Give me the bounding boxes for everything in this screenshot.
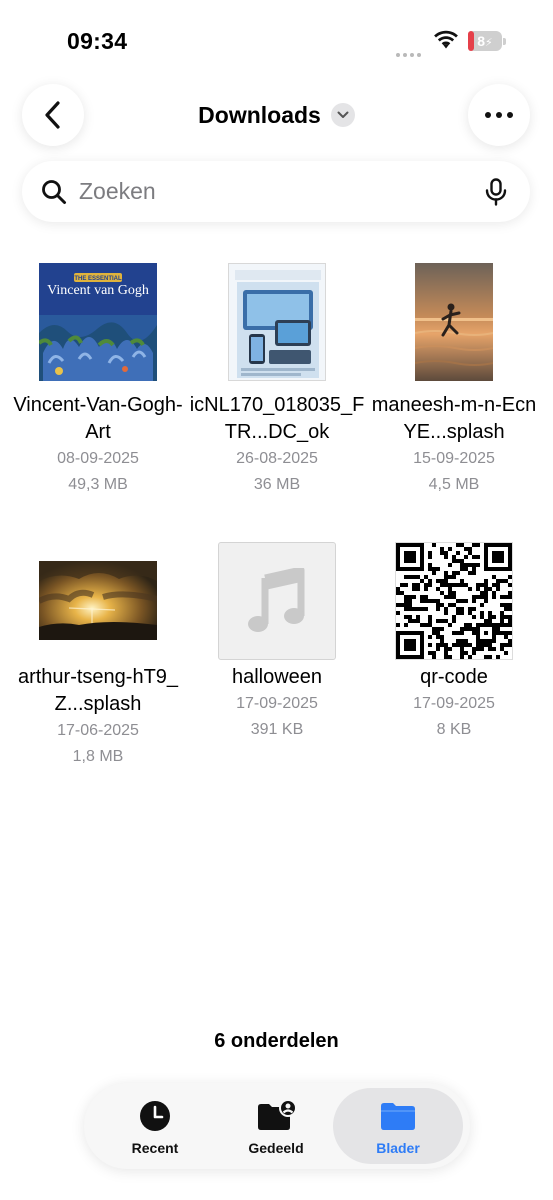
- file-size: 4,5 MB: [428, 476, 480, 493]
- file-item-halloween[interactable]: halloween 17-09-2025 391 KB: [185, 540, 369, 743]
- file-date: 17-09-2025: [236, 695, 318, 712]
- photo-thumbnail: [39, 561, 157, 640]
- file-date: 17-06-2025: [57, 722, 139, 739]
- tab-recent[interactable]: Recent: [90, 1088, 220, 1164]
- file-size: 391 KB: [250, 721, 304, 738]
- file-item-qr-code[interactable]: qr-code 17-09-2025 8 KB: [362, 540, 546, 743]
- tab-label: Gedeeld: [248, 1140, 304, 1156]
- file-size: 8 KB: [436, 721, 472, 738]
- photo-thumbnail: [415, 263, 493, 381]
- search-input[interactable]: [79, 161, 469, 222]
- file-name: qr-code: [420, 666, 488, 688]
- file-date: 15-09-2025: [413, 450, 495, 467]
- file-name: halloween: [231, 666, 323, 688]
- file-size: 49,3 MB: [68, 476, 128, 493]
- file-item-maneesh[interactable]: maneesh-m-n-EcnYE...splash 15-09-2025 4,…: [362, 260, 546, 498]
- tab-shared[interactable]: Gedeeld: [211, 1088, 341, 1164]
- tab-browse[interactable]: Blader: [333, 1088, 463, 1164]
- shared-folder-icon: [258, 1099, 296, 1130]
- clock-icon: [140, 1101, 170, 1131]
- file-item-vincent-van-gogh[interactable]: Vincent van Gogh THE ESSENTIAL Vincent-V…: [6, 260, 190, 498]
- file-size: 1,8 MB: [72, 748, 124, 765]
- file-date: 08-09-2025: [57, 450, 139, 467]
- status-bar: 09:34 8⚡: [0, 0, 553, 80]
- file-name: maneesh-m-n-EcnYE...splash: [371, 394, 537, 443]
- ellipsis-icon: [485, 112, 513, 118]
- file-name: arthur-tseng-hT9_Z...splash: [17, 666, 179, 715]
- battery-indicator: 8⚡: [468, 31, 506, 51]
- music-note-icon: [218, 542, 336, 660]
- file-name: Vincent-Van-Gogh-Art: [13, 394, 183, 443]
- tab-label: Blader: [376, 1140, 420, 1156]
- qr-code-thumbnail: [395, 542, 513, 660]
- search-bar[interactable]: [22, 161, 530, 222]
- file-size: 36 MB: [253, 476, 301, 493]
- file-date: 17-09-2025: [413, 695, 495, 712]
- file-date: 26-08-2025: [236, 450, 318, 467]
- document-thumbnail: [228, 263, 326, 381]
- file-item-icnl170[interactable]: icNL170_018035_FTR...DC_ok 26-08-2025 36…: [185, 260, 369, 498]
- page-title: Downloads: [198, 101, 321, 128]
- item-count-label: 6 onderdelen: [214, 1030, 339, 1052]
- search-icon: [42, 180, 66, 204]
- battery-level-text: 8⚡: [477, 33, 493, 49]
- more-options-button[interactable]: [468, 84, 530, 146]
- microphone-icon[interactable]: [484, 178, 508, 206]
- charging-bolt-icon: ⚡: [485, 37, 493, 49]
- folder-icon: [381, 1103, 415, 1130]
- tab-bar: Recent Gedeeld Blader: [84, 1083, 470, 1169]
- book-cover-thumbnail: Vincent van Gogh THE ESSENTIAL: [39, 263, 157, 381]
- chevron-down-icon: [330, 103, 355, 127]
- file-name: icNL170_018035_FTR...DC_ok: [189, 394, 365, 443]
- cover-title: Vincent van Gogh: [47, 283, 149, 298]
- cover-label: THE ESSENTIAL: [74, 276, 122, 282]
- wifi-icon: [434, 30, 458, 49]
- file-item-arthur-tseng[interactable]: arthur-tseng-hT9_Z...splash 17-06-2025 1…: [6, 540, 190, 770]
- cellular-signal-icon: [396, 44, 426, 57]
- status-time: 09:34: [67, 28, 128, 54]
- tab-label: Recent: [131, 1140, 179, 1156]
